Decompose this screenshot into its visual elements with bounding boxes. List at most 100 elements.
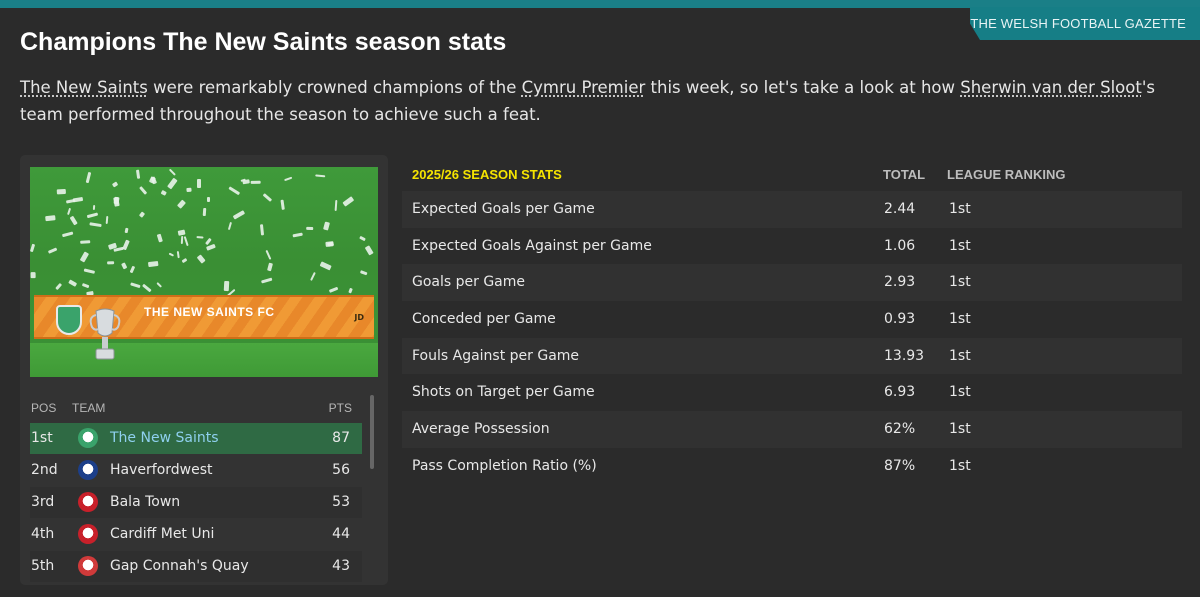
row-team-name[interactable]: Gap Connah's Quay [110, 558, 249, 574]
row-team-name[interactable]: Haverfordwest [110, 462, 213, 478]
confetti-piece [106, 260, 114, 264]
league-table-row[interactable]: 2nd Haverfordwest 56 [30, 455, 362, 486]
confetti-piece [180, 235, 183, 245]
publication-name: THE WELSH FOOTBALL GAZETTE [970, 16, 1186, 31]
confetti-piece [259, 224, 265, 236]
confetti-piece [359, 269, 368, 276]
col-league-ranking: LEAGUE RANKING [947, 167, 1066, 182]
row-team-name[interactable]: Cardiff Met Uni [110, 526, 214, 542]
confetti-piece [157, 234, 164, 243]
confetti-piece [156, 282, 163, 289]
confetti-piece [196, 235, 204, 239]
confetti-piece [292, 232, 303, 238]
confetti-piece [86, 171, 92, 183]
stats-header: 2025/26 SEASON STATS TOTAL LEAGUE RANKIN… [402, 155, 1182, 191]
manager-link[interactable]: Sherwin van der Sloot [960, 78, 1142, 97]
league-table-row[interactable]: 1st The New Saints 87 [30, 423, 362, 454]
row-points: 44 [332, 526, 350, 542]
confetti-piece [30, 272, 36, 279]
confetti-piece [54, 282, 63, 291]
confetti-piece [359, 236, 366, 242]
confetti-piece [80, 240, 90, 244]
club-crest-icon [56, 305, 82, 335]
confetti-piece [80, 251, 90, 262]
stats-title: 2025/26 SEASON STATS [412, 167, 562, 182]
confetti-piece [167, 177, 178, 189]
stat-total: 2.93 [884, 274, 916, 291]
row-position: 3rd [31, 494, 55, 510]
stat-total: 87% [884, 457, 916, 474]
row-position: 2nd [31, 462, 58, 478]
confetti-piece [177, 199, 187, 209]
confetti-piece [66, 199, 76, 205]
celebration-photo: THE NEW SAINTS FC JD [30, 167, 378, 377]
confetti-piece [168, 252, 175, 257]
row-points: 87 [332, 430, 350, 446]
intro-text-2: this week, so let's take a look at how [645, 78, 961, 97]
team-link[interactable]: The New Saints [20, 78, 148, 97]
confetti-piece [48, 247, 58, 254]
confetti-piece [284, 176, 293, 182]
confetti-piece [322, 221, 330, 231]
confetti-piece [186, 187, 192, 192]
stat-label: Average Possession [412, 421, 550, 438]
confetti-piece [68, 279, 78, 287]
confetti-piece [168, 168, 176, 177]
stat-row: Goals per Game 2.93 1st [402, 264, 1182, 302]
article-headline: Champions The New Saints season stats [20, 28, 507, 56]
confetti-piece [112, 181, 119, 188]
row-team-name[interactable]: The New Saints [110, 430, 219, 446]
stat-ranking: 1st [949, 457, 971, 474]
row-points: 56 [332, 462, 350, 478]
stat-ranking: 1st [949, 237, 971, 254]
confetti-piece [62, 231, 74, 238]
confetti-piece [249, 180, 261, 184]
league-link[interactable]: Cymru Premier [522, 78, 646, 97]
team-crest-icon [78, 556, 98, 576]
stat-ranking: 1st [949, 347, 971, 364]
confetti-piece [305, 226, 314, 230]
stat-total: 2.44 [884, 201, 916, 217]
league-table-row[interactable]: 3rd Bala Town 53 [30, 487, 362, 518]
confetti-piece [181, 257, 188, 263]
confetti-piece [176, 250, 180, 259]
trophy-icon [89, 308, 121, 360]
confetti-piece [343, 195, 355, 206]
confetti-piece [328, 287, 338, 294]
confetti-piece [228, 221, 233, 230]
col-team: TEAM [72, 401, 106, 415]
confetti-piece [197, 254, 206, 264]
confetti-piece [139, 186, 148, 195]
stat-label: Goals per Game [412, 274, 526, 291]
confetti-piece [265, 249, 272, 260]
stat-row: Pass Completion Ratio (%) 87% 1st [402, 448, 1182, 485]
confetti-piece [223, 281, 229, 292]
confetti-piece [206, 244, 217, 252]
confetti-piece [129, 265, 135, 273]
row-points: 43 [332, 558, 350, 574]
confetti-piece [160, 189, 168, 196]
confetti-piece [120, 262, 128, 270]
row-team-name[interactable]: Bala Town [110, 494, 180, 510]
confetti-piece [138, 211, 145, 218]
scrollbar[interactable] [370, 395, 374, 469]
stat-total: 0.93 [884, 311, 916, 328]
confetti-piece [260, 278, 273, 285]
stat-row: Shots on Target per Game 6.93 1st [402, 374, 1182, 411]
league-table-row[interactable]: 5th Gap Connah's Quay 43 [30, 551, 362, 582]
league-table-header: POS TEAM PTS [30, 401, 362, 419]
stat-total: 6.93 [884, 384, 916, 401]
confetti-piece [93, 204, 96, 211]
stat-ranking: 1st [949, 274, 971, 291]
confetti-piece [334, 199, 338, 211]
stat-ranking: 1st [949, 311, 971, 328]
stat-label: Expected Goals per Game [412, 201, 595, 217]
team-crest-icon [78, 524, 98, 544]
league-table-row[interactable]: 4th Cardiff Met Uni 44 [30, 519, 362, 550]
stat-total: 1.06 [884, 237, 916, 254]
league-card: THE NEW SAINTS FC JD POS TEAM PTS 1st The… [20, 155, 388, 585]
stat-total: 62% [884, 421, 916, 438]
confetti-piece [105, 215, 109, 224]
team-crest-icon [78, 428, 98, 448]
confetti-piece [310, 272, 317, 282]
